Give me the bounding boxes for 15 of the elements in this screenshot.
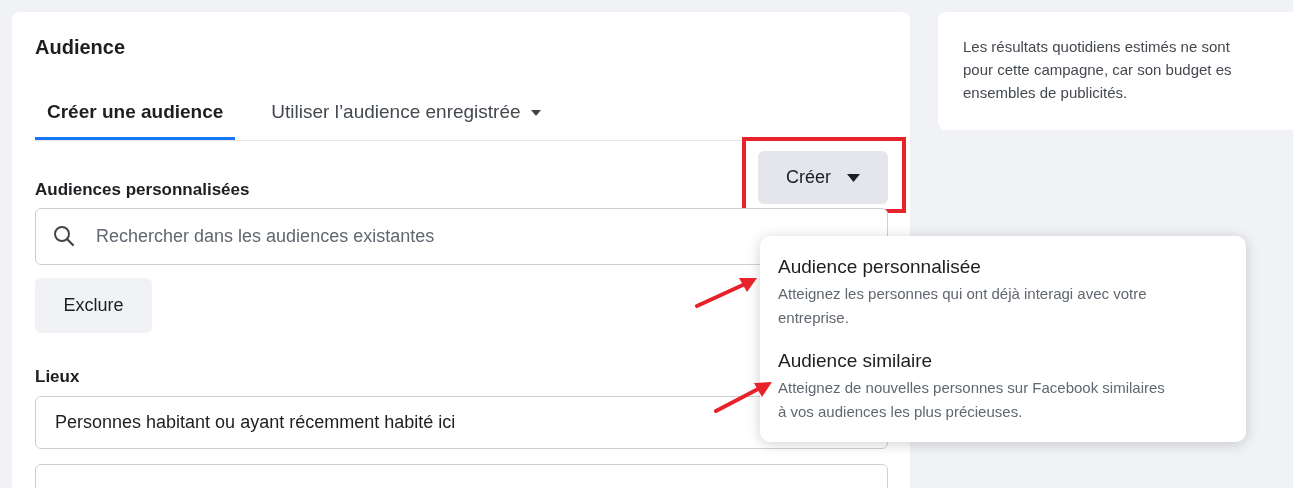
info-text: pour cette campagne, car son budget es [963,60,1233,80]
menu-item-title: Audience similaire [778,350,934,372]
annotation-arrow [714,381,774,413]
exclude-button[interactable]: Exclure [35,278,152,333]
tab[interactable]: Utiliser l’audience enregistrée [259,101,553,140]
info-text: ensembles de publicités. [963,83,1129,103]
field-label: Lieux [35,367,80,388]
info-text: Les résultats quotidiens estimés ne sont [963,37,1231,57]
menu-item-description: Atteignez les personnes qui ont déjà interagi avec votre entreprise. [778,284,1148,328]
field-label: Audiences personnalisées [35,180,250,201]
annotation-arrow [695,276,759,308]
section-title: Audience [35,36,127,59]
tab[interactable]: Créer une audience [35,101,236,140]
caret-icon [847,173,860,182]
create-button[interactable]: Créer [758,151,888,204]
